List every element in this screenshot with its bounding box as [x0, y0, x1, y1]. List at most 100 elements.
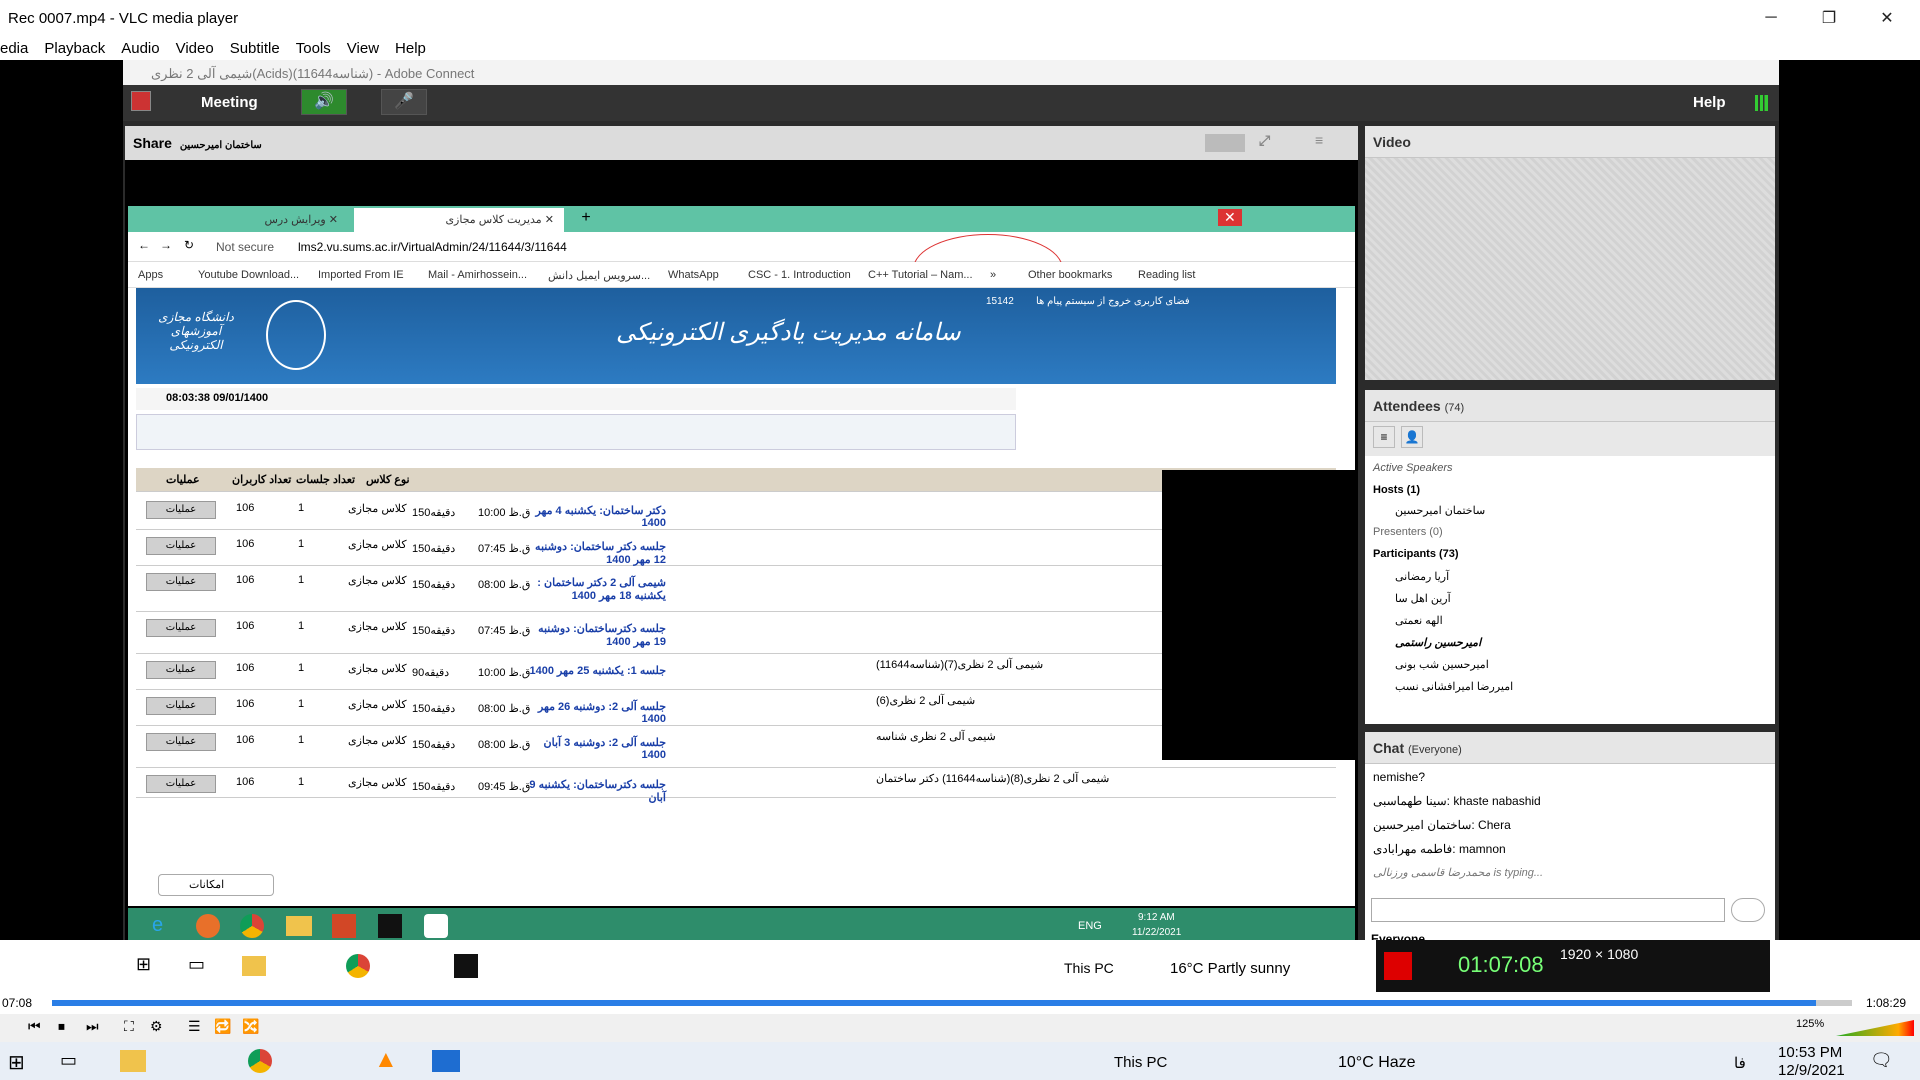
- minimize-button[interactable]: ─: [1742, 0, 1800, 36]
- tab-virtual-class[interactable]: مدیریت کلاس مجازی ✕: [354, 208, 564, 232]
- record-stop-button[interactable]: [1384, 952, 1412, 980]
- url-field[interactable]: lms2.vu.sums.ac.ir/VirtualAdmin/24/11644…: [298, 240, 567, 254]
- menu-subtitle[interactable]: Subtitle: [230, 40, 280, 57]
- operations-button[interactable]: عملیات: [146, 537, 216, 555]
- maximize-button[interactable]: ❐: [1800, 0, 1858, 36]
- bookmark-more[interactable]: »: [990, 269, 996, 281]
- operations-button[interactable]: عملیات: [146, 573, 216, 591]
- operations-button[interactable]: عملیات: [146, 697, 216, 715]
- host-thispc[interactable]: This PC: [1064, 960, 1114, 976]
- explorer-icon[interactable]: [242, 956, 266, 976]
- adobe-connect-icon[interactable]: [424, 914, 448, 938]
- class-title-link[interactable]: جلسه دکترساختمان: یکشنبه 9 آبان: [526, 778, 666, 804]
- pod-menu-icon[interactable]: ≡: [1315, 132, 1323, 148]
- chrome-icon[interactable]: [248, 1049, 272, 1073]
- file-explorer-icon[interactable]: [286, 916, 312, 936]
- vlc-icon[interactable]: ▲: [374, 1046, 398, 1074]
- tab-edit-course[interactable]: ویرایش درس ✕: [138, 208, 348, 232]
- volume-level[interactable]: 125%: [1796, 1018, 1824, 1030]
- progress-track[interactable]: [52, 1000, 1852, 1006]
- windows-start-icon[interactable]: ⊞: [136, 954, 151, 975]
- participants-group[interactable]: Participants (73): [1373, 548, 1459, 560]
- task-view-icon[interactable]: ▭: [60, 1050, 77, 1071]
- class-title-link[interactable]: جلسه دکتر ساختمان: دوشنبه 12 مهر 1400: [526, 540, 666, 566]
- speaker-icon[interactable]: 🔊: [301, 89, 347, 115]
- bookmark-apps[interactable]: Apps: [138, 269, 163, 281]
- bookmark-cpp[interactable]: C++ Tutorial – Nam...: [868, 269, 973, 281]
- send-icon[interactable]: [1731, 898, 1765, 922]
- help-menu[interactable]: Help: [1693, 94, 1726, 111]
- chrome-icon[interactable]: [240, 914, 264, 938]
- new-tab-button[interactable]: +: [576, 209, 596, 229]
- attendee-item[interactable]: الهه نعمتی: [1395, 614, 1443, 627]
- class-title-link[interactable]: جلسه 1: یکشنبه 25 مهر 1400: [526, 664, 667, 677]
- back-icon[interactable]: ←: [138, 238, 150, 252]
- menu-tools[interactable]: Tools: [296, 40, 331, 57]
- attendee-item[interactable]: آریا رمضانی: [1395, 570, 1449, 583]
- bookmark-reading-list[interactable]: Reading list: [1138, 269, 1195, 281]
- list-view-icon[interactable]: ≡: [1373, 426, 1395, 448]
- layout-icon[interactable]: [1205, 134, 1245, 152]
- forward-icon[interactable]: →: [160, 238, 172, 252]
- bookmark-other[interactable]: Other bookmarks: [1028, 269, 1112, 281]
- presenters-group[interactable]: Presenters (0): [1373, 526, 1443, 538]
- win-thispc[interactable]: This PC: [1114, 1054, 1167, 1071]
- menu-audio[interactable]: Audio: [121, 40, 159, 57]
- chat-input[interactable]: [1371, 898, 1725, 922]
- app-icon[interactable]: [378, 914, 402, 938]
- powerpoint-icon[interactable]: [332, 914, 356, 938]
- operations-button[interactable]: عملیات: [146, 661, 216, 679]
- menu-view[interactable]: View: [347, 40, 379, 57]
- notification-icon[interactable]: 🗨: [1870, 1050, 1893, 1071]
- menu-playback[interactable]: Playback: [44, 40, 105, 57]
- stop-icon[interactable]: ⏹: [58, 1018, 65, 1035]
- attendee-item[interactable]: امیرحسین راستمی: [1395, 636, 1481, 649]
- bookmark-csc[interactable]: CSC - 1. Introduction: [748, 269, 851, 281]
- attendee-item[interactable]: امیررضا امیرافشانی نسب: [1395, 680, 1513, 693]
- class-title-link[interactable]: جلسه آلی 2: دوشنبه 3 آبان 1400: [526, 736, 666, 761]
- close-button[interactable]: ✕: [1858, 0, 1916, 36]
- bookmark-email-service[interactable]: سرویس ایمیل دانش...: [548, 269, 650, 282]
- fullscreen-icon[interactable]: ⛶: [124, 1018, 134, 1035]
- task-view-icon[interactable]: ▭: [188, 954, 205, 975]
- firefox-icon[interactable]: [196, 914, 220, 938]
- reload-icon[interactable]: ↻: [184, 238, 194, 252]
- win-lang[interactable]: فا: [1734, 1054, 1746, 1072]
- class-title-link[interactable]: جلسه آلی 2: دوشنبه 26 مهر 1400: [526, 700, 666, 725]
- bookmark-imported[interactable]: Imported From IE: [318, 269, 404, 281]
- next-icon[interactable]: ⏭: [86, 1018, 99, 1035]
- menu-video[interactable]: Video: [176, 40, 214, 57]
- attendee-item[interactable]: آرین اهل سا: [1395, 592, 1451, 605]
- windows-start-icon[interactable]: ⊞: [8, 1050, 25, 1075]
- microphone-icon[interactable]: 🎤: [381, 89, 427, 115]
- operations-button[interactable]: عملیات: [146, 501, 216, 519]
- attendee-host[interactable]: ساختمان امیرحسین: [1395, 504, 1485, 517]
- operations-button[interactable]: عملیات: [146, 775, 216, 793]
- bookmark-youtube[interactable]: Youtube Download...: [198, 269, 299, 281]
- extended-settings-icon[interactable]: ⚙: [150, 1018, 163, 1035]
- browser-close-button[interactable]: ✕: [1218, 209, 1242, 226]
- meeting-menu[interactable]: Meeting: [201, 94, 258, 111]
- app-icon[interactable]: [432, 1050, 460, 1072]
- volume-slider[interactable]: [1836, 1020, 1914, 1036]
- playlist-icon[interactable]: ☰: [188, 1018, 201, 1035]
- ie-icon[interactable]: e: [152, 914, 163, 937]
- fullscreen-icon[interactable]: ⤢: [1259, 132, 1270, 149]
- bookmark-whatsapp[interactable]: WhatsApp: [668, 269, 719, 281]
- class-title-link[interactable]: شیمی آلی 2 دکتر ساختمان : یکشنبه 18 مهر …: [526, 576, 666, 602]
- menu-media[interactable]: edia: [0, 40, 28, 57]
- shuffle-icon[interactable]: 🔀: [242, 1018, 259, 1035]
- class-title-link[interactable]: دکتر ساختمان: یکشنبه 4 مهر 1400: [526, 504, 666, 529]
- operations-button[interactable]: عملیات: [146, 733, 216, 751]
- bookmark-mail[interactable]: Mail - Amirhossein...: [428, 269, 527, 281]
- chrome-icon[interactable]: [346, 954, 370, 978]
- hosts-group[interactable]: Hosts (1): [1373, 484, 1420, 496]
- loop-icon[interactable]: 🔁: [214, 1018, 231, 1035]
- menu-help[interactable]: Help: [395, 40, 426, 57]
- class-title-link[interactable]: جلسه دکترساختمان: دوشنبه 19 مهر 1400: [526, 622, 666, 648]
- explorer-icon[interactable]: [120, 1050, 146, 1072]
- user-view-icon[interactable]: 👤: [1401, 426, 1423, 448]
- attendee-item[interactable]: امیرحسین شب بونی: [1395, 658, 1489, 671]
- previous-icon[interactable]: ⏮: [28, 1018, 41, 1035]
- lms-links[interactable]: فضای کاربری خروج از سیستم پیام ها: [1036, 296, 1190, 307]
